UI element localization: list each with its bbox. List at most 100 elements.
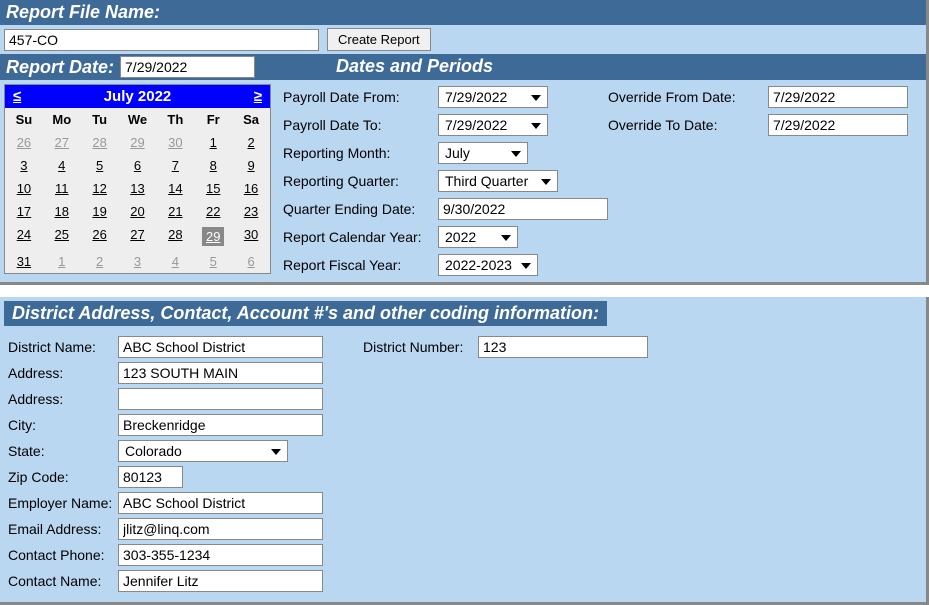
district-panel: District Address, Contact, Account #'s a… xyxy=(0,297,929,605)
calendar-dow: Fr xyxy=(194,108,232,131)
calendar-day[interactable]: 6 xyxy=(119,154,157,177)
calendar-day[interactable]: 3 xyxy=(5,154,43,177)
address1-label: Address: xyxy=(8,365,118,381)
calendar-year-label: Report Calendar Year: xyxy=(283,229,438,245)
calendar-day[interactable]: 19 xyxy=(81,200,119,223)
email-label: Email Address: xyxy=(8,521,118,537)
override-from-input[interactable] xyxy=(768,86,908,108)
reporting-quarter-label: Reporting Quarter: xyxy=(283,173,438,189)
calendar-day[interactable]: 1 xyxy=(194,131,232,154)
calendar-dow: Tu xyxy=(81,108,119,131)
calendar-prev-button[interactable]: ≤ xyxy=(13,88,21,105)
district-name-input[interactable] xyxy=(118,336,323,358)
calendar-day[interactable]: 27 xyxy=(43,131,81,154)
calendar-dow: Sa xyxy=(232,108,270,131)
zip-input[interactable] xyxy=(118,466,183,488)
city-label: City: xyxy=(8,417,118,433)
phone-label: Contact Phone: xyxy=(8,547,118,563)
calendar-day[interactable]: 13 xyxy=(119,177,157,200)
report-file-name-header: Report File Name: xyxy=(0,0,926,25)
override-from-label: Override From Date: xyxy=(608,89,768,105)
fiscal-year-label: Report Fiscal Year: xyxy=(283,257,438,273)
calendar-day[interactable]: 12 xyxy=(81,177,119,200)
calendar-day[interactable]: 14 xyxy=(156,177,194,200)
report-date-label: Report Date: xyxy=(6,57,114,78)
calendar-day[interactable]: 25 xyxy=(43,223,81,250)
email-input[interactable] xyxy=(118,518,323,540)
calendar-day[interactable]: 21 xyxy=(156,200,194,223)
district-number-input[interactable] xyxy=(478,336,648,358)
calendar-day[interactable]: 5 xyxy=(81,154,119,177)
report-date-input[interactable] xyxy=(120,56,255,78)
calendar-day[interactable]: 2 xyxy=(81,250,119,273)
calendar: ≤ July 2022 ≥ SuMoTuWeThFrSa262728293012… xyxy=(4,84,271,274)
calendar-dow: We xyxy=(119,108,157,131)
top-panel: Report File Name: Create Report Report D… xyxy=(0,0,929,285)
payroll-from-select[interactable]: 7/29/2022 xyxy=(438,86,548,108)
calendar-day[interactable]: 9 xyxy=(232,154,270,177)
calendar-day[interactable]: 17 xyxy=(5,200,43,223)
reporting-quarter-select[interactable]: Third Quarter xyxy=(438,170,558,192)
calendar-day[interactable]: 4 xyxy=(156,250,194,273)
calendar-day[interactable]: 20 xyxy=(119,200,157,223)
calendar-day[interactable]: 27 xyxy=(119,223,157,250)
address1-input[interactable] xyxy=(118,362,323,384)
calendar-day[interactable]: 8 xyxy=(194,154,232,177)
calendar-day[interactable]: 30 xyxy=(232,223,270,250)
state-select[interactable]: Colorado xyxy=(118,440,288,462)
calendar-day[interactable]: 24 xyxy=(5,223,43,250)
calendar-day[interactable]: 28 xyxy=(81,131,119,154)
calendar-day[interactable]: 26 xyxy=(5,131,43,154)
calendar-day[interactable]: 16 xyxy=(232,177,270,200)
calendar-day[interactable]: 28 xyxy=(156,223,194,250)
calendar-dow: Th xyxy=(156,108,194,131)
dates-periods-header: Dates and Periods xyxy=(328,54,926,80)
calendar-day[interactable]: 1 xyxy=(43,250,81,273)
quarter-ending-label: Quarter Ending Date: xyxy=(283,201,438,217)
district-number-label: District Number: xyxy=(363,339,478,355)
calendar-dow: Su xyxy=(5,108,43,131)
calendar-day[interactable]: 3 xyxy=(119,250,157,273)
employer-label: Employer Name: xyxy=(8,495,118,511)
address2-input[interactable] xyxy=(118,388,323,410)
calendar-day[interactable]: 15 xyxy=(194,177,232,200)
calendar-day[interactable]: 29 xyxy=(119,131,157,154)
calendar-day[interactable]: 23 xyxy=(232,200,270,223)
district-name-label: District Name: xyxy=(8,339,118,355)
payroll-from-label: Payroll Date From: xyxy=(283,89,438,105)
calendar-day[interactable]: 31 xyxy=(5,250,43,273)
reporting-month-select[interactable]: July xyxy=(438,142,528,164)
district-header: District Address, Contact, Account #'s a… xyxy=(4,301,607,326)
create-report-button[interactable]: Create Report xyxy=(327,28,431,51)
calendar-day[interactable]: 29 xyxy=(194,223,232,250)
employer-input[interactable] xyxy=(118,492,323,514)
zip-label: Zip Code: xyxy=(8,469,118,485)
calendar-day[interactable]: 4 xyxy=(43,154,81,177)
contact-name-input[interactable] xyxy=(118,570,323,592)
calendar-day[interactable]: 7 xyxy=(156,154,194,177)
contact-name-label: Contact Name: xyxy=(8,573,118,589)
report-file-name-input[interactable] xyxy=(4,29,319,51)
phone-input[interactable] xyxy=(118,544,323,566)
calendar-day[interactable]: 30 xyxy=(156,131,194,154)
calendar-dow: Mo xyxy=(43,108,81,131)
calendar-day[interactable]: 11 xyxy=(43,177,81,200)
quarter-ending-input[interactable] xyxy=(438,198,608,220)
calendar-day[interactable]: 26 xyxy=(81,223,119,250)
calendar-year-select[interactable]: 2022 xyxy=(438,226,518,248)
calendar-next-button[interactable]: ≥ xyxy=(254,88,262,105)
fiscal-year-select[interactable]: 2022-2023 xyxy=(438,254,538,276)
calendar-day[interactable]: 18 xyxy=(43,200,81,223)
city-input[interactable] xyxy=(118,414,323,436)
override-to-input[interactable] xyxy=(768,114,908,136)
reporting-month-label: Reporting Month: xyxy=(283,145,438,161)
calendar-day[interactable]: 22 xyxy=(194,200,232,223)
calendar-title: July 2022 xyxy=(104,88,172,105)
payroll-to-label: Payroll Date To: xyxy=(283,117,438,133)
calendar-day[interactable]: 2 xyxy=(232,131,270,154)
calendar-day[interactable]: 5 xyxy=(194,250,232,273)
payroll-to-select[interactable]: 7/29/2022 xyxy=(438,114,548,136)
calendar-day[interactable]: 10 xyxy=(5,177,43,200)
calendar-day[interactable]: 6 xyxy=(232,250,270,273)
state-label: State: xyxy=(8,443,118,459)
